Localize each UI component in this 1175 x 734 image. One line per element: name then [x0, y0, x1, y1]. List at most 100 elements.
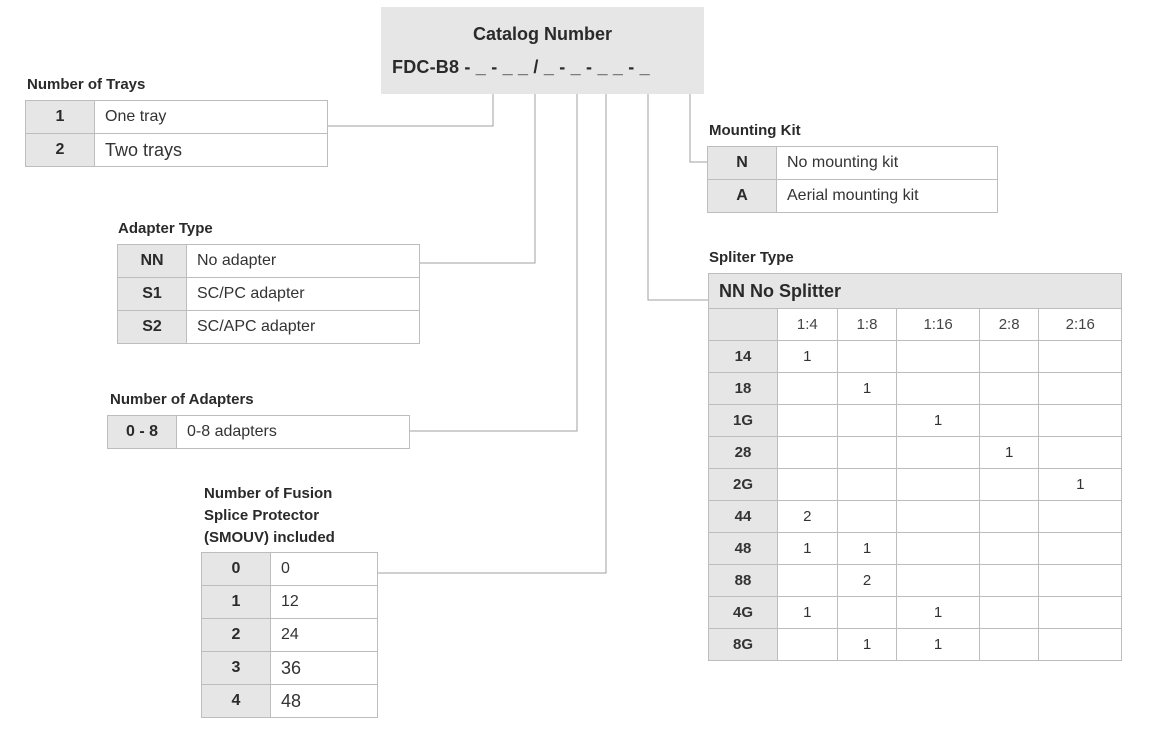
table-row: 2G 1: [708, 468, 1122, 501]
splitter-row-key: 44: [708, 500, 778, 533]
splitter-cell: [896, 436, 980, 469]
table-row: 1:4 1:8 1:16 2:8 2:16: [708, 308, 1122, 341]
splitter-cell: [896, 468, 980, 501]
splitter-cell: [978, 372, 1040, 405]
table-row: 8G 1 1: [708, 628, 1122, 661]
splitter-row-key: 14: [708, 340, 778, 373]
num-adapters-table: 0 - 8 0-8 adapters: [107, 415, 410, 449]
splitter-cell: [896, 372, 980, 405]
trays-key: 1: [25, 100, 95, 134]
splice-key: 2: [201, 618, 271, 652]
splitter-table: NN No Splitter 1:4 1:8 1:16 2:8 2:16 14 1…: [708, 273, 1122, 661]
splitter-col-header: 1:8: [836, 308, 898, 341]
table-row: 3 36: [201, 651, 378, 685]
connector-splitter: [647, 82, 708, 301]
mounting-title: Mounting Kit: [709, 122, 801, 139]
splitter-cell: [978, 340, 1040, 373]
adapter-type-value: No adapter: [186, 244, 420, 278]
table-row: N No mounting kit: [707, 146, 998, 180]
splitter-row-key: 28: [708, 436, 778, 469]
splitter-row-key: 2G: [708, 468, 778, 501]
splitter-cell: 1: [777, 532, 838, 565]
splitter-cell: 1: [896, 628, 980, 661]
num-adapters-title: Number of Adapters: [110, 391, 254, 408]
table-row: 44 2: [708, 500, 1122, 533]
mounting-key: A: [707, 179, 777, 213]
table-row: 4 48: [201, 684, 378, 718]
table-row: 1 12: [201, 585, 378, 619]
table-row: 88 2: [708, 564, 1122, 597]
splitter-col-header: 2:16: [1038, 308, 1122, 341]
splitter-cell: [777, 404, 838, 437]
splitter-cell: 2: [777, 500, 838, 533]
adapter-type-key: NN: [117, 244, 187, 278]
splice-key: 0: [201, 552, 271, 586]
table-row: 4G 1 1: [708, 596, 1122, 629]
splice-key: 3: [201, 651, 271, 685]
splitter-cell: [777, 564, 838, 597]
adapter-type-title: Adapter Type: [118, 220, 213, 237]
splitter-cell: [896, 532, 980, 565]
splitter-cell: [777, 372, 838, 405]
splice-value: 48: [270, 684, 378, 718]
mounting-value: No mounting kit: [776, 146, 998, 180]
splitter-col-header: 1:4: [777, 308, 838, 341]
num-adapters-key: 0 - 8: [107, 415, 177, 449]
catalog-number-code: FDC-B8 - _ - _ _ / _ - _ - _ _ - _: [392, 57, 650, 77]
splitter-cell: 1: [896, 404, 980, 437]
splice-value: 12: [270, 585, 378, 619]
splitter-cell: [836, 404, 898, 437]
table-row: 1 One tray: [25, 100, 328, 134]
splitter-cell: [1038, 404, 1122, 437]
splice-title-line: Splice Protector: [204, 507, 320, 524]
mounting-value: Aerial mounting kit: [776, 179, 998, 213]
table-row: 14 1: [708, 340, 1122, 373]
splitter-cell: [896, 564, 980, 597]
splitter-cell: [777, 468, 838, 501]
splitter-cell: [978, 404, 1040, 437]
splitter-cell: 1: [777, 596, 838, 629]
splice-table: 0 0 1 12 2 24 3 36 4 48: [201, 552, 378, 718]
table-row: 48 1 1: [708, 532, 1122, 565]
table-row: 2 Two trays: [25, 133, 328, 167]
splitter-cell: [777, 628, 838, 661]
splitter-cell: [896, 500, 980, 533]
splitter-cell: [836, 436, 898, 469]
splitter-cell: [978, 564, 1040, 597]
table-row: NN No Splitter: [708, 273, 1122, 309]
mounting-table: N No mounting kit A Aerial mounting kit: [707, 146, 998, 213]
table-row: NN No adapter: [117, 244, 420, 278]
splitter-row-key: 48: [708, 532, 778, 565]
splice-title: Number of Fusion Splice Protector (SMOUV…: [204, 483, 335, 549]
splitter-title: Spliter Type: [709, 249, 794, 266]
splitter-col-header: 1:16: [896, 308, 980, 341]
splitter-row-key: 8G: [708, 628, 778, 661]
connector-num-adapters: [410, 82, 578, 432]
splitter-cell: [1038, 628, 1122, 661]
num-adapters-value: 0-8 adapters: [176, 415, 410, 449]
connector-mounting: [689, 82, 707, 163]
table-row: 1G 1: [708, 404, 1122, 437]
adapter-type-value: SC/APC adapter: [186, 310, 420, 344]
splitter-cell: [1038, 532, 1122, 565]
adapter-type-table: NN No adapter S1 SC/PC adapter S2 SC/APC…: [117, 244, 420, 344]
splitter-row-key: 4G: [708, 596, 778, 629]
table-row: 2 24: [201, 618, 378, 652]
catalog-number-box: Catalog Number FDC-B8 - _ - _ _ / _ - _ …: [381, 7, 704, 94]
splitter-cell: [836, 500, 898, 533]
trays-value: Two trays: [94, 133, 328, 167]
splitter-cell: [1038, 372, 1122, 405]
connector-adapter-type: [420, 82, 536, 264]
adapter-type-key: S1: [117, 277, 187, 311]
splitter-body: 14 1 18 1 1G 1 28 1 2G 1 44 2 48 1 1 88 2 4G 1 1 8G 1 1: [708, 340, 1122, 661]
trays-value: One tray: [94, 100, 328, 134]
splitter-cell: [1038, 500, 1122, 533]
table-row: A Aerial mounting kit: [707, 179, 998, 213]
table-row: 28 1: [708, 436, 1122, 469]
splitter-cell: [978, 468, 1040, 501]
splice-title-line: Number of Fusion: [204, 485, 333, 502]
trays-table: 1 One tray 2 Two trays: [25, 100, 328, 167]
splitter-cell: [777, 436, 838, 469]
table-row: 0 0: [201, 552, 378, 586]
splitter-cell: [978, 628, 1040, 661]
